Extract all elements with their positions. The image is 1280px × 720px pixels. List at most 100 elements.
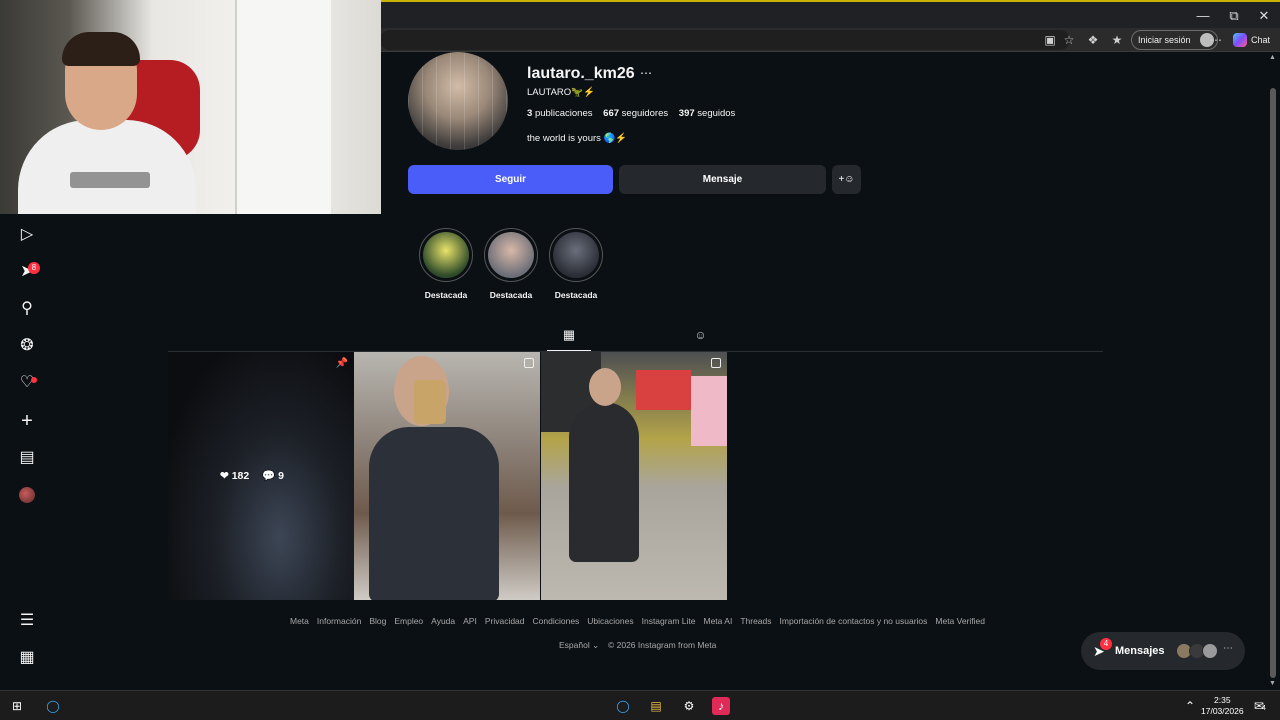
- language-selector[interactable]: Español ⌄: [559, 640, 599, 651]
- messages-label: Mensajes: [1115, 645, 1165, 657]
- footer-link[interactable]: Privacidad: [485, 616, 525, 626]
- footer-link[interactable]: Empleo: [394, 616, 423, 626]
- screen: — ⧉ ✕ ▣ ☆ ❖ ★ Iniciar sesión ⋯ Chat ▷ ➤ …: [0, 0, 1280, 720]
- restore-button[interactable]: ⧉: [1219, 6, 1249, 26]
- reels-icon[interactable]: ▷: [16, 224, 38, 246]
- post-poster: [691, 376, 727, 446]
- search-icon[interactable]: ⚲: [16, 298, 38, 320]
- profile-full-name: LAUTARO🦖⚡: [527, 87, 595, 98]
- page-scrollbar[interactable]: ▲ ▼: [1268, 52, 1280, 690]
- windows-taskbar: ⊞ ◯ ◯ ▤ ⚙ ♪ ⌃ 2:35 17/03/2026 ✉ 4: [0, 690, 1280, 720]
- favorite-star-icon[interactable]: ☆: [1060, 31, 1078, 49]
- tray-chevron-icon[interactable]: ⌃: [1181, 697, 1199, 715]
- create-plus-icon[interactable]: +: [16, 410, 38, 432]
- likes-count: ❤ 182: [220, 470, 250, 482]
- highlight-3[interactable]: [549, 228, 603, 282]
- windows-start-icon[interactable]: ⊞: [8, 697, 26, 715]
- posts-stat: 3 publicaciones: [527, 108, 593, 119]
- obs-icon[interactable]: ⚙: [680, 697, 698, 715]
- footer-link[interactable]: Condiciones: [533, 616, 580, 626]
- scroll-down-icon[interactable]: ▼: [1269, 680, 1276, 687]
- footer-link[interactable]: API: [463, 616, 477, 626]
- webcam-hair: [62, 32, 140, 66]
- signin-button[interactable]: Iniciar sesión: [1131, 30, 1218, 50]
- scroll-up-icon[interactable]: ▲: [1269, 54, 1276, 61]
- highlight-1[interactable]: [419, 228, 473, 282]
- tagged-tab-icon[interactable]: ☺: [693, 328, 708, 343]
- pinned-icon: 📌: [335, 358, 348, 369]
- profile-bio: the world is yours 🌎⚡: [527, 133, 628, 144]
- following-stat[interactable]: 397 seguidos: [679, 108, 736, 119]
- footer-link[interactable]: Meta: [290, 616, 309, 626]
- messages-badge: 8: [28, 262, 40, 274]
- highlight-label: Destacada: [554, 290, 598, 300]
- footer-link[interactable]: Instagram Lite: [642, 616, 696, 626]
- instagram-sidebar: ▷ ➤ 8 ⚲ ❂ ♡ + ▤ ☰ ▦: [0, 214, 54, 690]
- favorites-icon[interactable]: ★: [1108, 31, 1126, 49]
- chat-label: Chat: [1251, 35, 1271, 45]
- webcam-shirt-logo: [70, 172, 150, 188]
- follow-button[interactable]: Seguir: [408, 165, 613, 194]
- profile-avatar[interactable]: [19, 487, 35, 503]
- scroll-thumb[interactable]: [1270, 88, 1276, 678]
- footer-link[interactable]: Información: [317, 616, 361, 626]
- notification-count: 4: [1262, 705, 1266, 712]
- chevron-down-icon: ⌄: [592, 640, 600, 650]
- notifications-heart-icon[interactable]: ♡: [16, 372, 38, 394]
- footer-link[interactable]: Threads: [740, 616, 771, 626]
- meta-apps-icon[interactable]: ▦: [16, 647, 38, 669]
- app-available-icon[interactable]: ▣: [1041, 31, 1059, 49]
- messages-widget[interactable]: ➤ 4 Mensajes ⋯: [1081, 632, 1245, 670]
- edge-taskbar-icon[interactable]: ◯: [44, 697, 62, 715]
- suggest-user-icon[interactable]: +☺: [832, 165, 861, 194]
- highlight-label: Destacada: [424, 290, 468, 300]
- footer-link[interactable]: Meta Verified: [935, 616, 985, 626]
- menu-hamburger-icon[interactable]: ☰: [16, 610, 38, 632]
- carousel-icon: [524, 358, 534, 368]
- copilot-chat-button[interactable]: Chat: [1233, 30, 1270, 50]
- address-bar[interactable]: [380, 30, 1070, 50]
- post-tile-3[interactable]: [541, 352, 727, 600]
- signin-label: Iniciar sesión: [1138, 35, 1191, 45]
- messages-count-badge: 4: [1100, 638, 1112, 650]
- post-tile-2[interactable]: [354, 352, 540, 600]
- profile-username: lautaro._km26: [527, 65, 635, 82]
- post-poster: [636, 370, 691, 410]
- dashboard-icon[interactable]: ▤: [16, 447, 38, 469]
- footer-link[interactable]: Ubicaciones: [587, 616, 633, 626]
- post-figure: [369, 427, 499, 600]
- clock[interactable]: 2:35 17/03/2026: [1201, 695, 1244, 717]
- profile-picture[interactable]: [408, 52, 508, 150]
- notifications-dot: [31, 377, 37, 383]
- followers-stat[interactable]: 667 seguidores: [603, 108, 668, 119]
- post-tile-1[interactable]: 📌 ❤ 182 💬 9: [168, 352, 354, 600]
- post-hover-stats: ❤ 182 💬 9: [220, 469, 294, 482]
- comments-count: 💬 9: [262, 470, 285, 482]
- post-figure: [569, 402, 639, 562]
- edge-app-icon[interactable]: ◯: [614, 697, 632, 715]
- copilot-icon: [1233, 33, 1247, 47]
- footer-link[interactable]: Importación de contactos y no usuarios: [780, 616, 928, 626]
- message-button[interactable]: Mensaje: [619, 165, 826, 194]
- profile-options-icon[interactable]: ⋯: [640, 66, 652, 80]
- extensions-icon[interactable]: ❖: [1084, 31, 1102, 49]
- explore-icon[interactable]: ❂: [16, 335, 38, 357]
- highlight-2[interactable]: [484, 228, 538, 282]
- more-dots-icon: ⋯: [1223, 643, 1233, 654]
- footer-link[interactable]: Meta AI: [703, 616, 732, 626]
- footer-link[interactable]: Ayuda: [431, 616, 455, 626]
- file-explorer-icon[interactable]: ▤: [647, 697, 665, 715]
- minimize-button[interactable]: —: [1188, 6, 1218, 26]
- webcam-door: [235, 0, 331, 214]
- footer-link[interactable]: Blog: [369, 616, 386, 626]
- post-face: [589, 368, 621, 406]
- close-window-button[interactable]: ✕: [1249, 6, 1279, 26]
- highlight-label: Destacada: [489, 290, 533, 300]
- webcam-shirt: [18, 120, 196, 214]
- posts-grid-tab-icon[interactable]: ▦: [562, 328, 576, 342]
- more-options-icon[interactable]: ⋯: [1207, 31, 1225, 49]
- footer-links: Meta Información Blog Empleo Ayuda API Privaci…: [290, 616, 993, 626]
- footer-copyright: © 2026 Instagram from Meta: [608, 640, 717, 650]
- message-avatar: [1202, 643, 1218, 659]
- tiktok-icon[interactable]: ♪: [712, 697, 730, 715]
